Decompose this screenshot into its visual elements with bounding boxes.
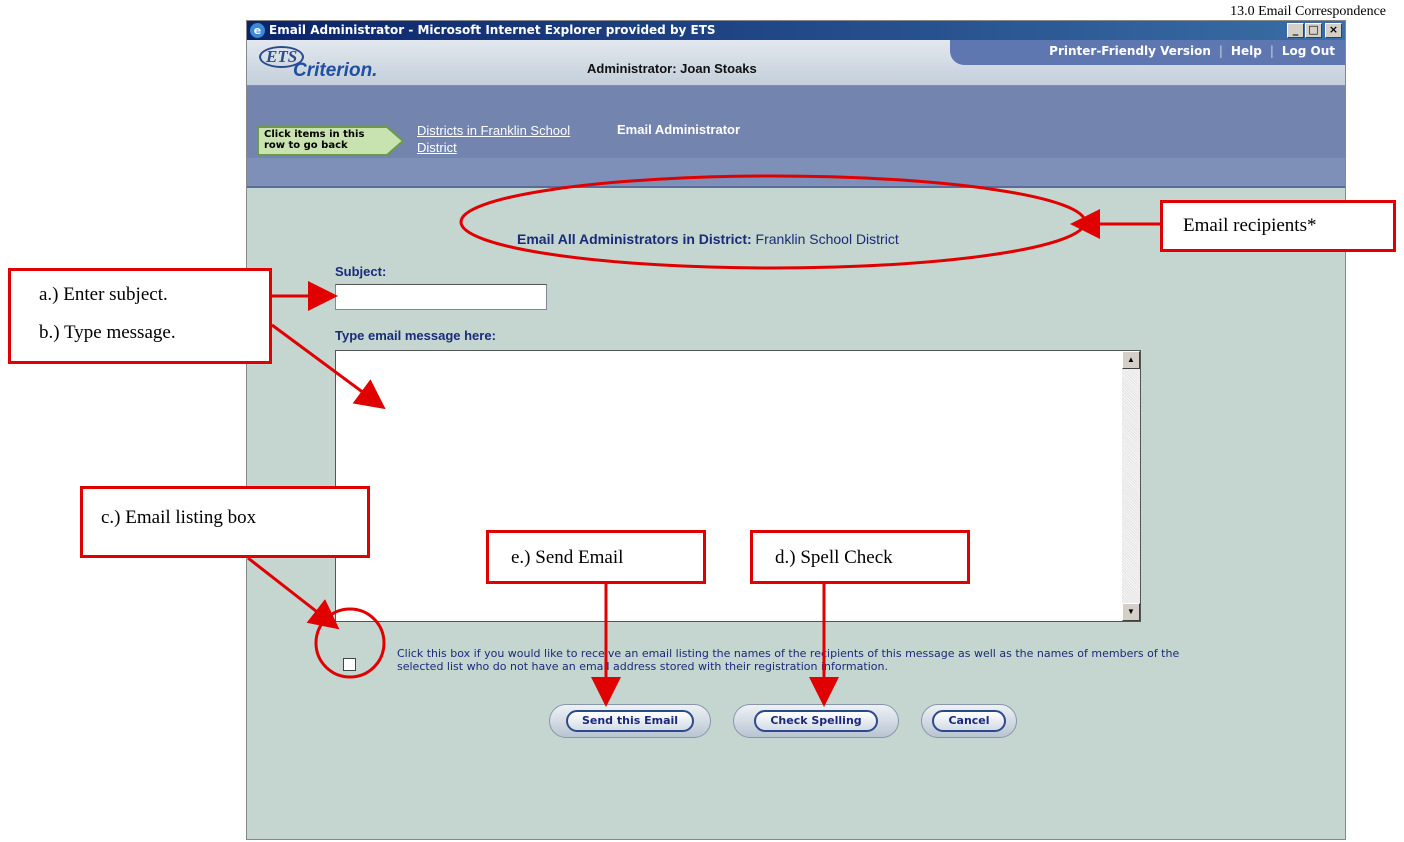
arrow-message	[271, 323, 386, 410]
arrow-listing	[247, 556, 340, 630]
recipients-highlight-ellipse	[459, 174, 1087, 270]
annotation-arrows	[247, 174, 1160, 707]
